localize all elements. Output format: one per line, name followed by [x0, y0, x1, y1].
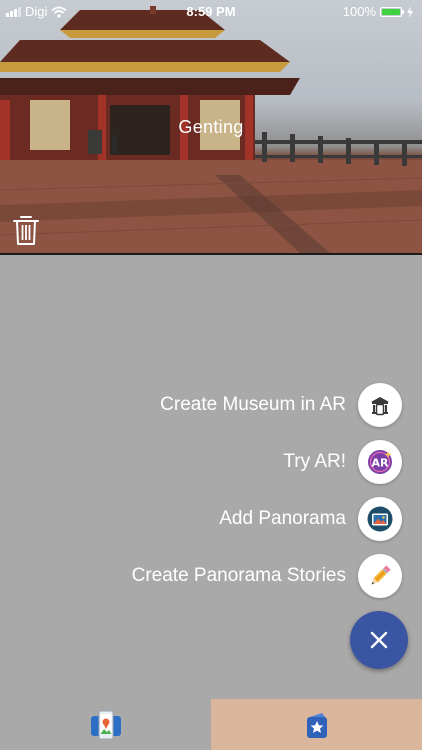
- museum-ar-icon[interactable]: [358, 383, 402, 427]
- tab-panoramas[interactable]: [0, 699, 211, 750]
- panorama-icon[interactable]: [358, 497, 402, 541]
- charging-icon: [407, 5, 413, 18]
- create-museum-ar-label: Create Museum in AR: [160, 394, 346, 415]
- add-panorama-label: Add Panorama: [219, 508, 346, 529]
- try-ar-label: Try AR!: [283, 451, 346, 472]
- create-museum-ar-button[interactable]: Create Museum in AR: [160, 383, 402, 427]
- tab-favorites[interactable]: [211, 699, 422, 750]
- panorama-title: Genting: [178, 117, 244, 137]
- battery-percent: 100%: [342, 4, 376, 19]
- create-panorama-stories-label: Create Panorama Stories: [131, 565, 346, 586]
- panorama-gallery-icon: [90, 710, 121, 739]
- trash-icon[interactable]: [12, 214, 40, 246]
- close-menu-button[interactable]: [350, 611, 408, 669]
- create-panorama-stories-button[interactable]: Create Panorama Stories: [132, 554, 402, 598]
- svg-text:AR: AR: [372, 457, 390, 470]
- ar-icon[interactable]: AR: [358, 440, 402, 484]
- tab-bar: [0, 699, 422, 750]
- battery-icon: [380, 6, 404, 17]
- add-panorama-button[interactable]: Add Panorama: [219, 497, 402, 541]
- panorama-card[interactable]: Genting: [0, 0, 422, 255]
- close-icon: [370, 631, 388, 649]
- battery-status: 100%: [343, 4, 414, 19]
- status-bar: Digi 8:59 PM 100%: [0, 0, 422, 22]
- try-ar-button[interactable]: Try AR! AR: [283, 440, 402, 484]
- favorites-star-icon: [306, 712, 327, 738]
- pencil-icon[interactable]: [358, 554, 402, 598]
